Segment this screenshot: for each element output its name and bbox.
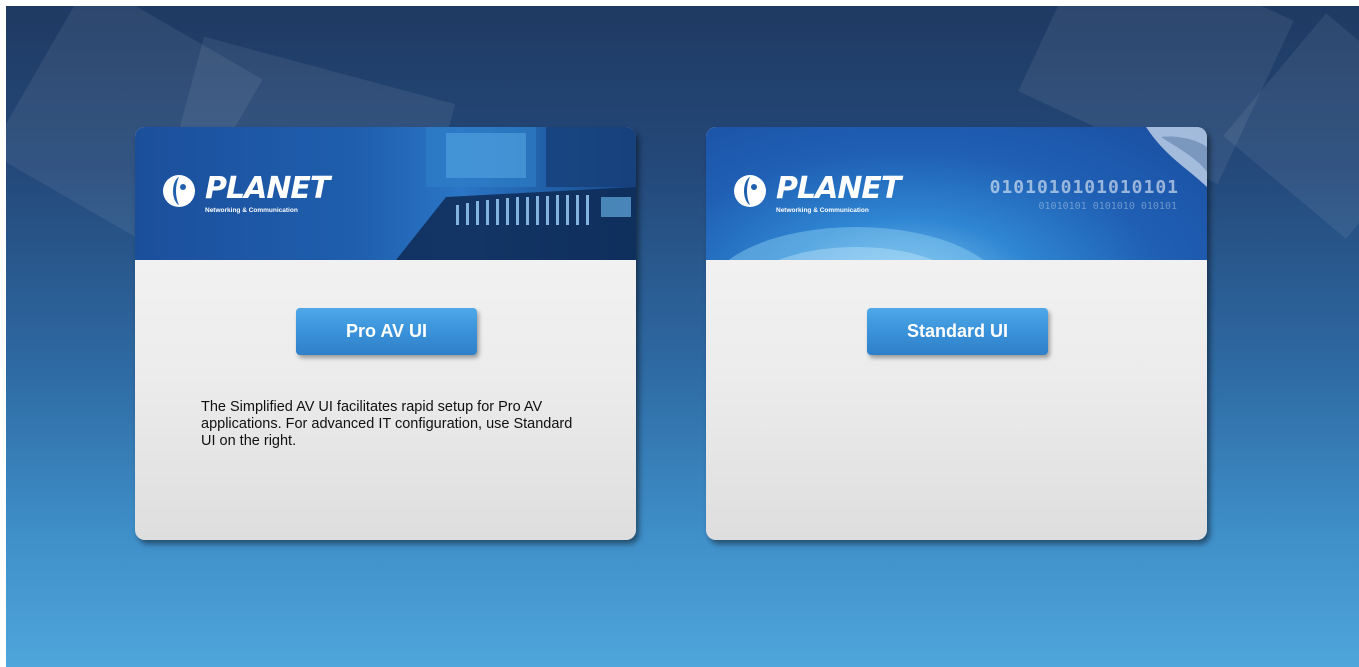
brand-tagline: Networking & Communication: [205, 207, 298, 214]
audio-mixer-image: [396, 127, 636, 260]
brand-tagline: Networking & Communication: [776, 207, 869, 214]
planet-logo-icon: [163, 175, 195, 207]
pro-av-description: The Simplified AV UI facilitates rapid s…: [201, 399, 573, 449]
pro-av-card: PLANET Networking & Communication Pro AV…: [135, 127, 636, 540]
planet-logo: PLANET Networking & Communication: [732, 171, 901, 214]
pro-av-banner: PLANET Networking & Communication: [135, 127, 636, 260]
standard-card: 0101010101010101 01010101 0101010 010101…: [706, 127, 1207, 540]
binary-decoration: 01010101 0101010 010101: [1038, 201, 1177, 212]
standard-banner: 0101010101010101 01010101 0101010 010101…: [706, 127, 1207, 260]
brand-name: PLANET: [776, 171, 901, 206]
binary-decoration: 0101010101010101: [989, 177, 1179, 198]
planet-logo: PLANET Networking & Communication: [161, 171, 330, 214]
pro-av-ui-button[interactable]: Pro AV UI: [296, 308, 477, 355]
brand-name: PLANET: [205, 171, 330, 206]
planet-logo-icon: [734, 175, 766, 207]
standard-ui-button[interactable]: Standard UI: [867, 308, 1048, 355]
